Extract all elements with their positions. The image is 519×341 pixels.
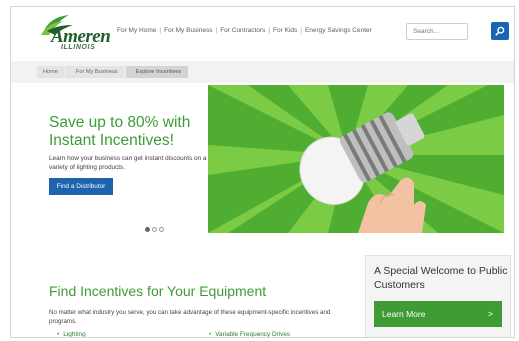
carousel-dot[interactable] [152,227,157,232]
nav-item-home[interactable]: For My Home [117,27,156,34]
equipment-link-vfd[interactable]: Variable Frequency Drives [215,331,290,337]
led-bulb-illustration [208,85,504,233]
search-input[interactable] [406,23,468,40]
breadcrumb-current: Explore Incentives [125,66,189,78]
nav-item-contractors[interactable]: For Contractors [220,27,265,34]
breadcrumb: Home For My Business Explore Incentives [37,66,189,78]
learn-more-button[interactable]: Learn More > [374,301,502,327]
ameren-logo[interactable]: Ameren ILLINOIS [39,13,121,53]
equipment-link-lighting[interactable]: Lighting [63,331,85,337]
hero-image[interactable] [208,85,504,233]
top-navigation: For My Home | For My Business | For Cont… [117,27,372,34]
nav-item-kids[interactable]: For Kids [273,27,297,34]
hero-title: Save up to 80% with Instant Incentives! [49,114,191,149]
welcome-panel: A Special Welcome to Public Customers Le… [365,255,511,337]
nav-separator: | [300,27,302,34]
breadcrumb-home[interactable]: Home [37,66,65,78]
site-header: Ameren ILLINOIS For My Home | For My Bus… [11,7,514,59]
nav-separator: | [159,27,162,34]
carousel-dot-active[interactable] [145,227,150,232]
section-description: No matter what industry you serve, you c… [49,309,331,325]
nav-separator: | [268,27,271,34]
page-frame: Ameren ILLINOIS For My Home | For My Bus… [10,6,515,338]
chevron-right-icon: > [487,309,493,319]
list-item[interactable]: Lighting [57,331,85,337]
carousel-dot[interactable] [159,227,164,232]
breadcrumb-bar: Home For My Business Explore Incentives [11,61,514,83]
equipment-list-left: Lighting [57,331,85,337]
hero-description: Learn how your business can get instant … [49,155,207,171]
search-button[interactable] [491,22,509,40]
learn-more-label: Learn More [382,309,426,319]
nav-item-energy-savings[interactable]: Energy Savings Center [305,27,372,34]
welcome-title: A Special Welcome to Public Customers [374,265,508,291]
breadcrumb-business[interactable]: For My Business [65,66,125,78]
find-distributor-button[interactable]: Find a Distributor [49,178,113,195]
section-title: Find Incentives for Your Equipment [49,283,267,299]
carousel-indicators [145,227,166,232]
logo-region: ILLINOIS [61,44,96,51]
nav-item-business[interactable]: For My Business [164,27,212,34]
list-item[interactable]: Variable Frequency Drives [209,331,290,337]
search-icon [495,26,505,36]
equipment-list-right: Variable Frequency Drives [209,331,290,337]
nav-separator: | [215,27,218,34]
